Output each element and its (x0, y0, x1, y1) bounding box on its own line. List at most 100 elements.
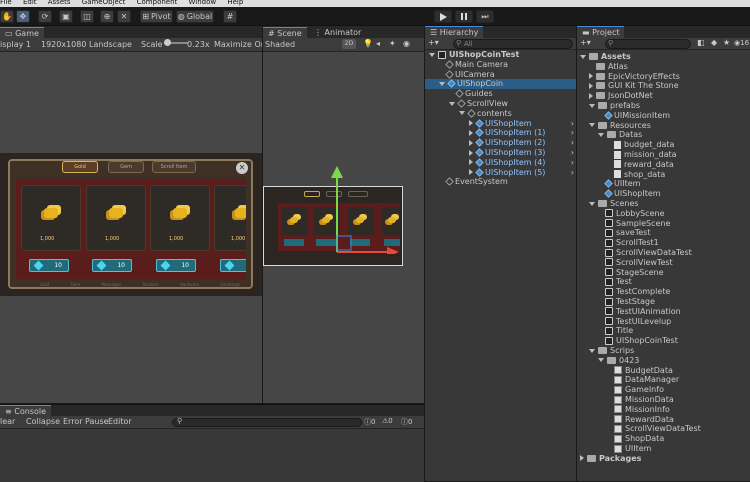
expand-arrow-icon[interactable] (598, 132, 604, 137)
project-item[interactable]: TestUIAnimation (577, 307, 750, 317)
pause-button[interactable] (455, 10, 473, 23)
project-item[interactable]: mission_data (577, 150, 750, 160)
category-item[interactable]: Hardware (180, 282, 199, 287)
shop-card-4[interactable]: 1,000 (214, 185, 246, 251)
hierarchy-item[interactable]: UICamera (425, 70, 576, 80)
2d-toggle[interactable]: 2D (342, 39, 356, 49)
project-item[interactable]: ShopData (577, 434, 750, 444)
maximize-on-play[interactable]: Maximize On (214, 40, 262, 49)
console-log-area[interactable] (0, 429, 424, 482)
price-button[interactable]: 10 (92, 259, 132, 272)
resolution-dropdown[interactable]: 1920x1080 Landscape (41, 40, 132, 49)
log-count-badge[interactable]: ⓘ0 (401, 417, 412, 427)
open-prefab-chevron-icon[interactable]: › (571, 168, 574, 178)
transform-tool-icon[interactable]: ⊕ (100, 10, 114, 23)
project-item[interactable]: JsonDotNet (577, 91, 750, 101)
play-button[interactable] (434, 10, 452, 23)
rotate-tool-icon[interactable]: ⟳ (38, 10, 52, 23)
open-prefab-chevron-icon[interactable]: › (571, 138, 574, 148)
project-item[interactable]: ScrollTest1 (577, 238, 750, 248)
menu-gameobject[interactable]: GameObject (82, 0, 126, 6)
price-button[interactable]: 10 (29, 259, 69, 272)
effects-icon[interactable]: ✦ (389, 39, 396, 48)
hierarchy-item[interactable]: UIShopCoinTest (425, 50, 576, 60)
menu-window[interactable]: Window (189, 0, 217, 6)
project-item[interactable]: TestStage (577, 297, 750, 307)
display-dropdown[interactable]: isplay 1 (0, 40, 31, 49)
category-item[interactable]: Gem (71, 282, 80, 287)
project-item[interactable]: ScrollViewDataTest (577, 424, 750, 434)
close-icon[interactable]: ✕ (236, 162, 248, 174)
hierarchy-item[interactable]: UIShopItem (5) › (425, 168, 576, 178)
collapse-arrow-icon[interactable] (469, 139, 473, 146)
project-item[interactable]: shop_data (577, 170, 750, 180)
price-button[interactable]: 10 (156, 259, 196, 272)
warning-count-badge[interactable]: ⚠0 (382, 417, 393, 425)
shop-card-2[interactable]: 1,000 (86, 185, 146, 251)
editor-dropdown[interactable]: Editor (108, 417, 132, 426)
expand-arrow-icon[interactable] (439, 81, 445, 86)
expand-arrow-icon[interactable] (589, 123, 595, 128)
project-item[interactable]: budget_data (577, 140, 750, 150)
project-item[interactable]: Scenes (577, 199, 750, 209)
project-item[interactable]: saveTest (577, 228, 750, 238)
category-item[interactable]: Stickers (143, 282, 159, 287)
scale-slider[interactable] (164, 39, 188, 46)
open-prefab-chevron-icon[interactable]: › (571, 119, 574, 129)
shop-card-1[interactable]: 1,000 (21, 185, 81, 251)
expand-arrow-icon[interactable] (580, 54, 586, 59)
project-item[interactable]: UIItem (577, 179, 750, 189)
menu-assets[interactable]: Assets (48, 0, 71, 6)
project-item[interactable]: UIShopItem (577, 189, 750, 199)
collapse-arrow-icon[interactable] (469, 129, 473, 136)
pivot-toggle[interactable]: ⊞ Pivot (140, 10, 173, 23)
project-item[interactable]: SampleScene (577, 219, 750, 229)
project-item[interactable]: MissionData (577, 395, 750, 405)
scale-slider-handle[interactable] (164, 39, 171, 46)
hierarchy-item[interactable]: UIShopItem (3) › (425, 148, 576, 158)
project-item[interactable]: LobbyScene (577, 209, 750, 219)
scene-view[interactable] (263, 52, 424, 403)
project-item[interactable]: UIShopCoinTest (577, 336, 750, 346)
project-item[interactable]: StageScene (577, 268, 750, 278)
custom-tool-icon[interactable]: ✕ (117, 10, 131, 23)
expand-arrow-icon[interactable] (589, 103, 595, 108)
tab-scroll-item[interactable]: Scroll Item (152, 161, 196, 173)
expand-arrow-icon[interactable] (598, 358, 604, 363)
project-item[interactable]: reward_data (577, 160, 750, 170)
project-item[interactable]: Assets (577, 52, 750, 62)
project-item[interactable]: UIItem (577, 444, 750, 454)
project-item[interactable]: Scrips (577, 346, 750, 356)
project-item[interactable]: MissionInfo (577, 405, 750, 415)
hand-tool-icon[interactable]: ✋ (0, 10, 14, 23)
hidden-count[interactable]: ◉16 (734, 39, 749, 47)
project-item[interactable]: DataManager (577, 375, 750, 385)
project-item[interactable]: UIMissionItem (577, 111, 750, 121)
menu-help[interactable]: Help (227, 0, 243, 6)
project-item[interactable]: GUI Kit The Stone (577, 81, 750, 91)
filter-type-icon[interactable]: ◧ (697, 38, 705, 47)
hierarchy-item[interactable]: UIShopItem › (425, 119, 576, 129)
project-item[interactable]: prefabs (577, 101, 750, 111)
hierarchy-item[interactable]: ScrollView (425, 99, 576, 109)
move-gizmo[interactable] (323, 164, 403, 254)
shop-scroll-area[interactable]: 1,000 10 1,000 10 1,000 10 1,000 10 (16, 179, 246, 279)
open-prefab-chevron-icon[interactable]: › (571, 148, 574, 158)
step-button[interactable]: ⏭ (476, 10, 494, 23)
hierarchy-item[interactable]: UIShopItem (1) › (425, 128, 576, 138)
project-item[interactable]: Datas (577, 130, 750, 140)
grid-snap-icon[interactable]: # (223, 10, 237, 23)
gizmo-x-arrow[interactable] (387, 247, 399, 254)
menu-component[interactable]: Component (137, 0, 178, 6)
hierarchy-item[interactable]: Guides (425, 89, 576, 99)
tab-console[interactable]: ≡ Console (0, 405, 52, 416)
collapse-arrow-icon[interactable] (469, 169, 473, 176)
project-item[interactable]: Atlas (577, 62, 750, 72)
error-pause-button[interactable]: Error Pause (63, 417, 109, 426)
shading-dropdown[interactable]: Shaded (265, 40, 295, 49)
hierarchy-item[interactable]: EventSystem (425, 177, 576, 187)
collapse-arrow-icon[interactable] (469, 120, 473, 127)
project-search-input[interactable]: ⚲ (605, 39, 691, 49)
hierarchy-search-input[interactable]: ⚲ All (453, 39, 573, 49)
scale-tool-icon[interactable]: ▣ (59, 10, 73, 23)
